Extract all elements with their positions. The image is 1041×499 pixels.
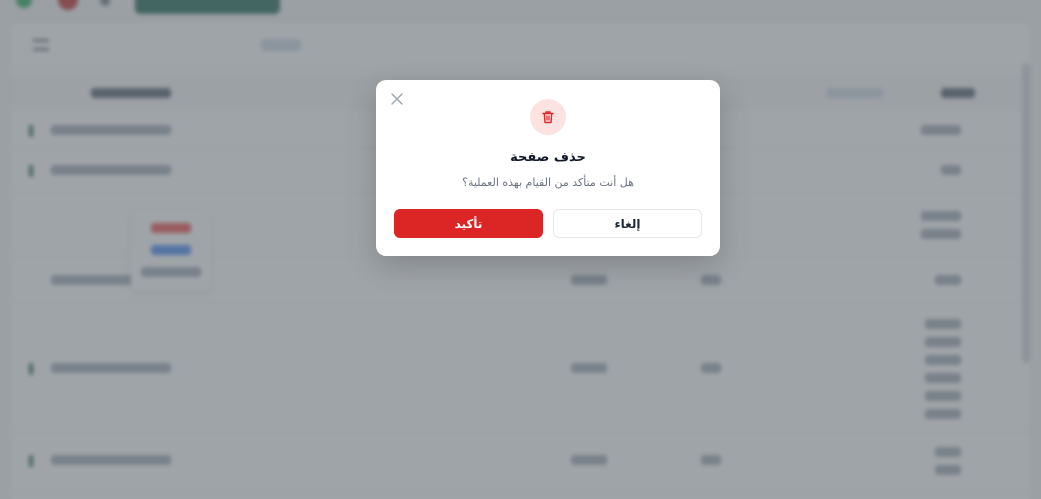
dialog-message: هل أنت متأكد من القيام بهذه العملية؟	[462, 176, 634, 189]
delete-confirm-dialog: حذف صفحة هل أنت متأكد من القيام بهذه الع…	[376, 80, 720, 256]
dialog-title: حذف صفحة	[510, 150, 586, 165]
trash-icon-badge	[530, 99, 566, 135]
close-icon[interactable]	[390, 92, 404, 106]
trash-icon	[542, 111, 554, 124]
confirm-button[interactable]: تأكيد	[394, 209, 543, 238]
cancel-button[interactable]: إلغاء	[553, 209, 702, 238]
